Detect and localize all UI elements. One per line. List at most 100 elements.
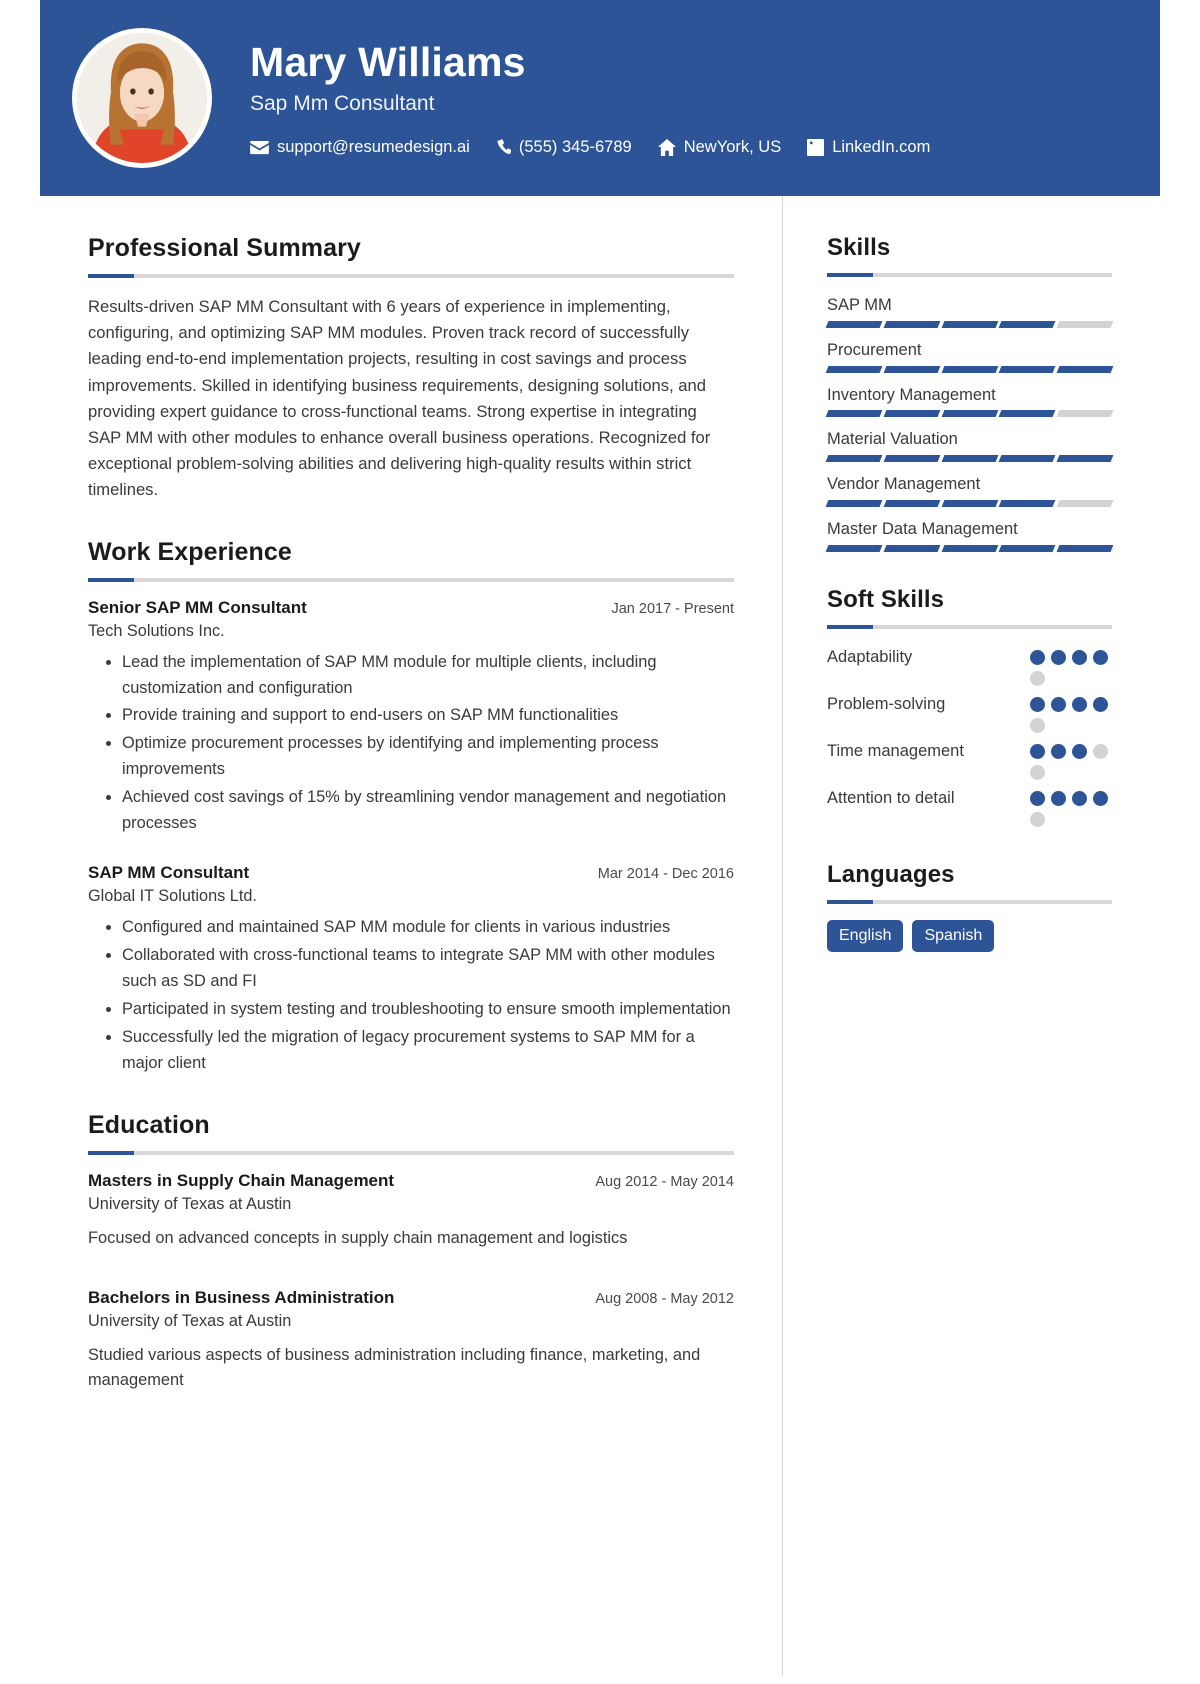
section-professional-summary: Professional Summary Results-driven SAP … — [88, 234, 734, 504]
soft-skill-row: Time management — [827, 739, 1112, 780]
entry-header: SAP MM Consultant Mar 2014 - Dec 2016 — [88, 863, 734, 883]
section-rule — [827, 624, 1112, 629]
skill-label: Procurement — [827, 340, 922, 359]
resume-header: Mary Williams Sap Mm Consultant support@… — [40, 0, 1160, 196]
list-item: Lead the implementation of SAP MM module… — [122, 650, 734, 702]
section-skills: Skills SAP MM Procurement Inventory Mana… — [825, 234, 1114, 552]
experience-entry: SAP MM Consultant Mar 2014 - Dec 2016 Gl… — [88, 863, 734, 1077]
skill-row: Vendor Management — [825, 472, 1114, 507]
skill-segment — [998, 499, 1056, 507]
contact-location-label: NewYork, US — [683, 138, 782, 157]
candidate-role: Sap Mm Consultant — [250, 92, 435, 116]
skill-level-bar — [825, 499, 1114, 507]
skill-segment — [1056, 544, 1114, 552]
skill-level-bar — [825, 365, 1114, 373]
skill-segment — [883, 365, 941, 373]
experience-heading: Work Experience — [88, 537, 292, 566]
phone-icon — [496, 139, 511, 156]
soft-skill-rating — [1030, 692, 1112, 733]
skill-segment — [1056, 455, 1114, 462]
rating-dot — [1051, 649, 1066, 665]
skill-row: Master Data Management — [825, 517, 1114, 552]
skill-segment — [998, 410, 1056, 418]
job-date: Mar 2014 - Dec 2016 — [597, 866, 734, 883]
skills-heading: Skills — [827, 234, 891, 261]
section-rule — [88, 274, 734, 278]
soft-skill-row: Adaptability — [827, 645, 1112, 686]
list-item: Participated in system testing and troub… — [122, 997, 734, 1023]
skill-level-bar — [825, 455, 1114, 462]
rating-dot — [1030, 764, 1045, 780]
soft-skill-row: Problem-solving — [827, 692, 1112, 733]
rating-dot — [1072, 696, 1087, 712]
skill-level-bar — [825, 320, 1114, 328]
list-item: Achieved cost savings of 15% by streamli… — [122, 785, 734, 837]
contact-linkedin[interactable]: LinkedIn.com — [807, 138, 930, 157]
languages-heading: Languages — [827, 860, 955, 888]
section-work-experience: Work Experience Senior SAP MM Consultant… — [88, 538, 734, 1077]
skill-label: Inventory Management — [827, 385, 996, 404]
skill-label: Material Valuation — [827, 430, 958, 449]
skill-segment — [1056, 410, 1114, 418]
school-name: University of Texas at Austin — [88, 1194, 292, 1213]
rating-dot — [1051, 790, 1066, 806]
list-item: Configured and maintained SAP MM module … — [122, 915, 734, 941]
summary-heading: Professional Summary — [88, 234, 361, 262]
language-chip[interactable]: English — [827, 919, 904, 952]
skill-level-bar — [825, 544, 1114, 552]
rating-dot — [1030, 670, 1045, 686]
skill-segment — [941, 544, 998, 552]
skill-segment — [941, 320, 998, 328]
contact-linkedin-label: LinkedIn.com — [832, 138, 931, 157]
skill-segment — [825, 499, 883, 507]
rating-dot — [1051, 696, 1066, 712]
contact-email[interactable]: support@resumedesign.ai — [250, 138, 470, 157]
skill-segment — [883, 544, 941, 552]
main-column: Professional Summary Results-driven SAP … — [40, 196, 782, 1676]
contact-phone[interactable]: (555) 345-6789 — [496, 138, 632, 157]
job-company: Global IT Solutions Ltd. — [88, 887, 257, 906]
skill-segment — [825, 544, 883, 552]
degree-title: Bachelors in Business Administration — [88, 1287, 395, 1307]
degree-date: Aug 2008 - May 2012 — [595, 1290, 734, 1307]
skill-segment — [941, 365, 998, 373]
language-chip[interactable]: Spanish — [912, 919, 995, 952]
soft-skill-rating — [1030, 786, 1112, 827]
resume-page: Mary Williams Sap Mm Consultant support@… — [40, 0, 1160, 1676]
skill-label: Master Data Management — [827, 519, 1018, 538]
job-title: Senior SAP MM Consultant — [88, 597, 307, 617]
skill-label: Vendor Management — [827, 475, 981, 493]
job-bullets: Lead the implementation of SAP MM module… — [88, 650, 734, 837]
soft-skill-row: Attention to detail — [827, 786, 1112, 827]
rating-dot — [1030, 717, 1045, 733]
soft-skill-label: Adaptability — [827, 647, 913, 666]
contact-list: support@resumedesign.ai (555) 345-6789 N… — [250, 138, 1120, 157]
section-rule — [827, 273, 1112, 277]
skill-segment — [883, 499, 941, 507]
school-name: University of Texas at Austin — [88, 1311, 292, 1330]
soft-skill-rating — [1030, 645, 1112, 686]
skill-segment — [1056, 365, 1114, 373]
avatar — [72, 28, 212, 168]
soft-skill-label: Problem-solving — [827, 694, 946, 713]
section-rule — [88, 1150, 734, 1155]
skill-row: Inventory Management — [825, 383, 1114, 418]
contact-location[interactable]: NewYork, US — [657, 138, 782, 157]
skill-segment — [941, 455, 998, 462]
skill-segment — [883, 410, 941, 418]
rating-dot — [1093, 696, 1108, 712]
education-entry: Masters in Supply Chain Management Aug 2… — [88, 1171, 734, 1252]
skill-segment — [998, 455, 1056, 462]
skill-segment — [825, 365, 883, 373]
skill-segment — [1056, 499, 1114, 507]
rating-dot — [1051, 743, 1066, 759]
skill-segment — [941, 499, 998, 507]
envelope-icon — [250, 140, 269, 155]
skill-segment — [883, 320, 941, 328]
degree-note: Focused on advanced concepts in supply c… — [88, 1228, 628, 1247]
section-languages: Languages English Spanish — [827, 861, 1112, 952]
job-bullets: Configured and maintained SAP MM module … — [88, 915, 734, 1077]
resume-body: Professional Summary Results-driven SAP … — [40, 196, 1160, 1676]
rating-dot — [1072, 790, 1087, 806]
education-entry: Bachelors in Business Administration Aug… — [88, 1288, 734, 1395]
